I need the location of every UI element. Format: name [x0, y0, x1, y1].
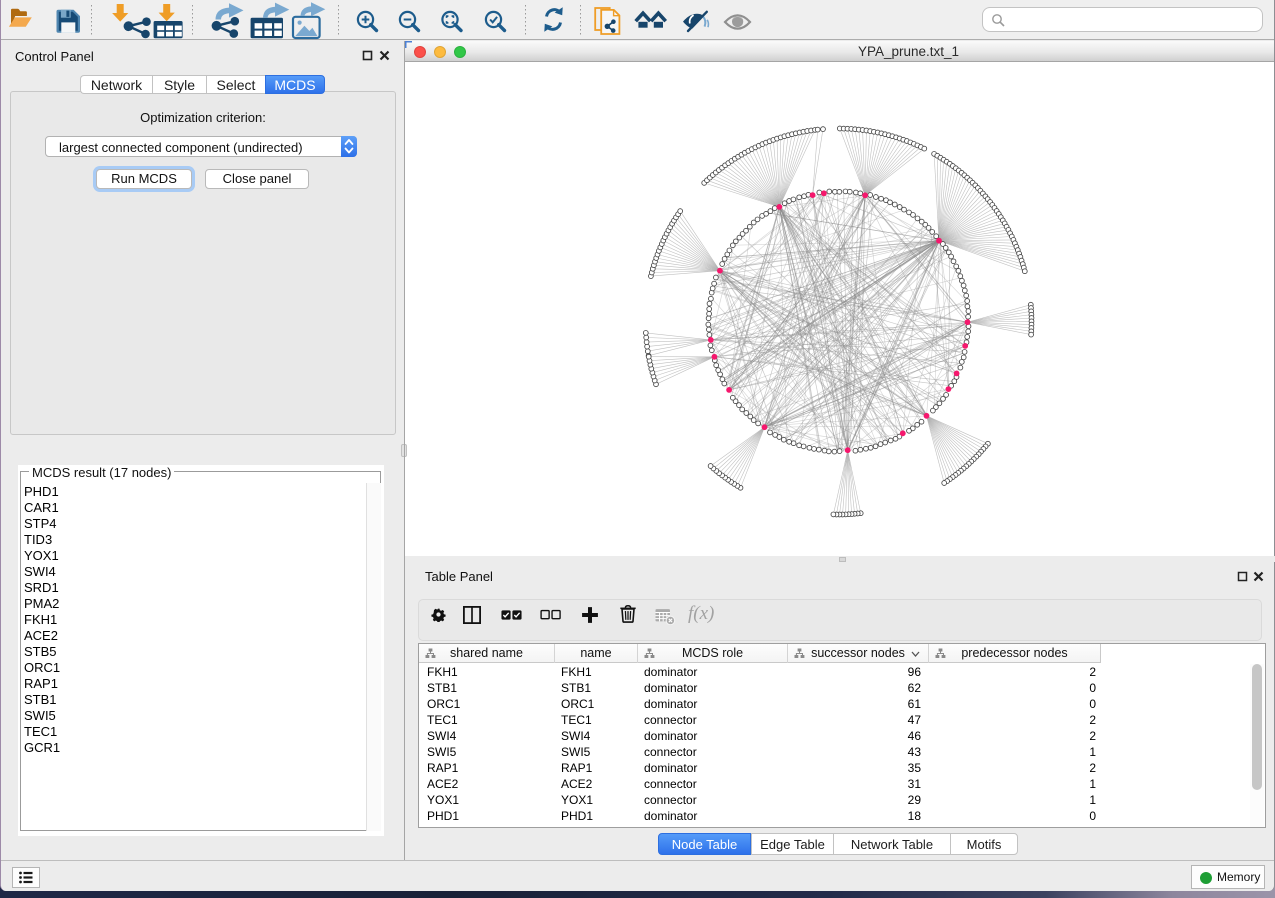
svg-text:f(x): f(x): [688, 603, 714, 624]
